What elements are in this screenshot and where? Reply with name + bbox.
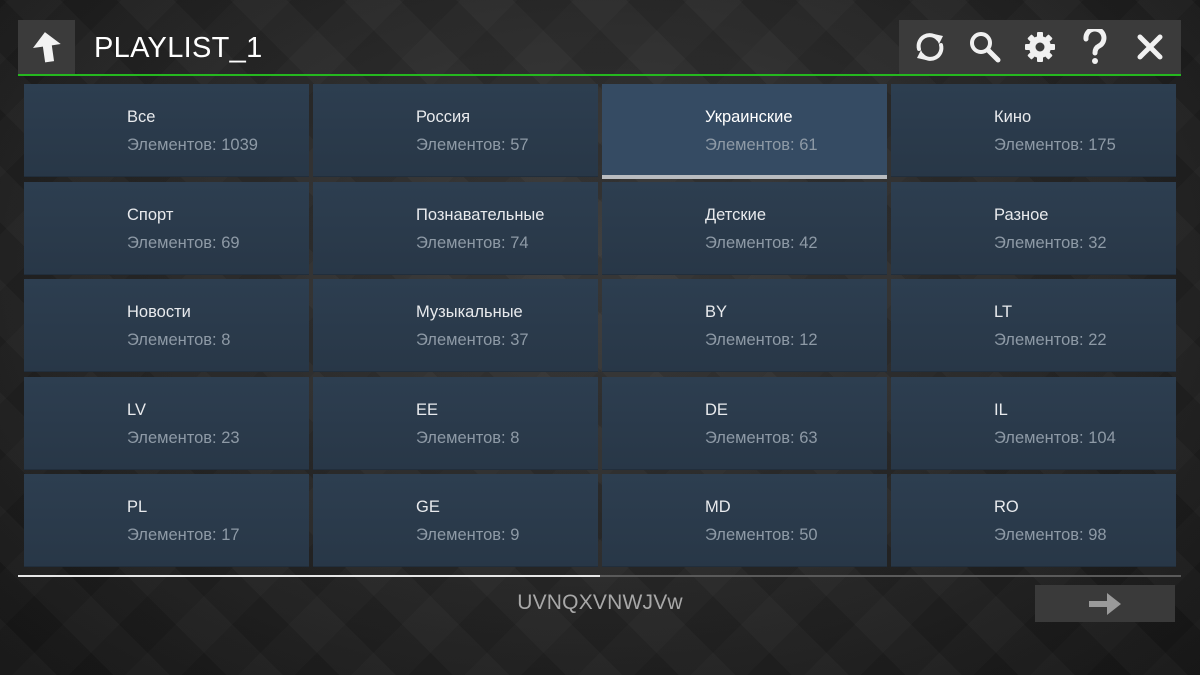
category-count: Элементов: 74 [416, 233, 529, 252]
category-count: Элементов: 104 [994, 428, 1116, 447]
scroll-progress-bar [18, 575, 1181, 577]
toolbar [899, 20, 1181, 74]
search-button[interactable] [961, 23, 1009, 71]
category-name: GE [416, 498, 440, 516]
category-tile[interactable]: Россия Элементов: 57 [313, 84, 598, 177]
category-count: Элементов: 61 [705, 136, 818, 154]
close-button[interactable] [1126, 23, 1174, 71]
category-tile[interactable]: Украинские Элементов: 61 [602, 84, 887, 179]
category-tile[interactable]: RO Элементов: 98 [891, 474, 1176, 567]
category-count: Элементов: 1039 [127, 136, 258, 154]
category-count: Элементов: 8 [416, 428, 520, 447]
category-name: Познавательные [416, 205, 545, 224]
category-tile[interactable]: Спорт Элементов: 69 [24, 181, 309, 275]
search-icon [970, 32, 1001, 63]
category-name: LV [127, 400, 146, 419]
category-tile[interactable]: LT Элементов: 22 [891, 279, 1176, 372]
category-tile[interactable]: PL Элементов: 17 [24, 474, 309, 567]
arrow-up-icon [32, 32, 61, 63]
category-tile[interactable]: BY Элементов: 12 [602, 279, 887, 372]
category-count: Элементов: 32 [994, 233, 1107, 252]
settings-button[interactable] [1016, 23, 1064, 71]
category-name: Новости [127, 303, 191, 321]
close-icon [1137, 34, 1163, 60]
category-name: Кино [994, 108, 1032, 126]
category-count: Элементов: 17 [127, 526, 240, 544]
category-name: MD [705, 498, 731, 516]
category-tile[interactable]: IL Элементов: 104 [891, 376, 1176, 470]
gear-icon [1024, 32, 1055, 62]
category-name: BY [705, 303, 728, 321]
category-name: Все [127, 108, 156, 126]
header-bar: PLAYLIST_1 [18, 20, 1181, 76]
category-name: IL [994, 400, 1008, 419]
playlist-code: UVNQXVNWJVw [517, 591, 683, 614]
category-tile[interactable]: MD Элементов: 50 [602, 474, 887, 567]
page-title: PLAYLIST_1 [94, 32, 263, 64]
category-name: RO [994, 498, 1019, 516]
category-count: Элементов: 23 [127, 428, 240, 447]
category-tile[interactable]: Познавательные Элементов: 74 [313, 181, 598, 275]
category-tile[interactable]: GE Элементов: 9 [313, 474, 598, 567]
refresh-icon [917, 33, 944, 61]
refresh-button[interactable] [906, 23, 954, 71]
back-button[interactable] [18, 20, 75, 74]
category-count: Элементов: 50 [705, 526, 818, 544]
category-name: Музыкальные [416, 303, 523, 321]
category-count: Элементов: 42 [705, 233, 818, 252]
category-tile[interactable]: Все Элементов: 1039 [24, 84, 309, 177]
category-name: LT [994, 303, 1013, 321]
category-tile[interactable]: Разное Элементов: 32 [891, 181, 1176, 275]
category-count: Элементов: 37 [416, 331, 529, 349]
category-tile[interactable]: EE Элементов: 8 [313, 376, 598, 470]
category-grid: Все Элементов: 1039 Россия Элементов: 57 Укр… [24, 84, 1177, 567]
scroll-progress-fill [18, 575, 600, 577]
category-name: Россия [416, 108, 471, 126]
category-count: Элементов: 57 [416, 136, 529, 154]
category-tile[interactable]: Музыкальные Элементов: 37 [313, 279, 598, 372]
category-count: Элементов: 12 [705, 331, 818, 349]
category-count: Элементов: 69 [127, 233, 240, 252]
category-tile[interactable]: Детские Элементов: 42 [602, 181, 887, 275]
help-button[interactable] [1071, 23, 1119, 71]
category-name: Спорт [127, 205, 174, 224]
category-tile[interactable]: DE Элементов: 63 [602, 376, 887, 470]
category-name: EE [416, 400, 439, 419]
category-name: Украинские [705, 108, 793, 126]
category-count: Элементов: 9 [416, 526, 520, 544]
category-name: Детские [705, 205, 767, 224]
next-page-button[interactable] [1035, 585, 1175, 622]
category-name: PL [127, 498, 148, 516]
category-count: Элементов: 98 [994, 526, 1107, 544]
category-tile[interactable]: Кино Элементов: 175 [891, 84, 1176, 177]
category-count: Элементов: 8 [127, 331, 231, 349]
category-count: Элементов: 22 [994, 331, 1107, 349]
category-tile[interactable]: Новости Элементов: 8 [24, 279, 309, 372]
category-name: DE [705, 400, 728, 419]
category-count: Элементов: 175 [994, 136, 1116, 154]
category-tile[interactable]: LV Элементов: 23 [24, 376, 309, 470]
question-icon [1083, 29, 1107, 64]
category-count: Элементов: 63 [705, 428, 818, 447]
arrow-right-icon [1089, 592, 1121, 615]
category-name: Разное [994, 205, 1049, 224]
